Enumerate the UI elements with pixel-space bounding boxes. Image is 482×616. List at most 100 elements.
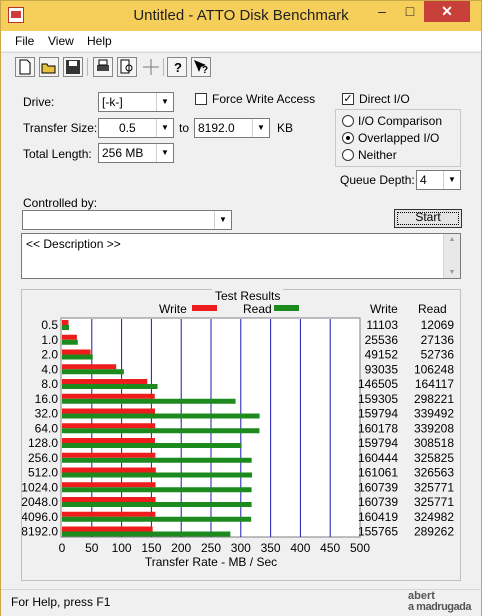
force-write-checkbox[interactable] (195, 93, 207, 105)
read-bar (62, 443, 242, 448)
category-label: 64.0 (35, 421, 59, 435)
main-panel: Drive: [-k-] ▼ Force Write Access ✓ Dire… (1, 81, 481, 589)
x-tick-label: 400 (290, 541, 310, 555)
start-button[interactable]: Start (394, 209, 462, 228)
neither-label: Neither (358, 148, 397, 162)
category-label: 8.0 (41, 377, 58, 391)
x-tick-label: 0 (59, 541, 66, 555)
radio-io-comparison[interactable] (342, 115, 354, 127)
force-write-label: Force Write Access (212, 92, 316, 106)
x-tick-label: 250 (201, 541, 221, 555)
new-file-icon[interactable] (15, 57, 35, 77)
write-bar (62, 364, 117, 370)
description-text: << Description >> (26, 237, 121, 251)
close-button[interactable]: ✕ (424, 1, 470, 22)
write-bar (62, 526, 153, 532)
read-bar (62, 487, 252, 493)
read-bar (62, 398, 236, 404)
overlapped-io-label: Overlapped I/O (358, 131, 440, 145)
print-icon[interactable] (93, 57, 113, 77)
read-value: 326563 (414, 466, 454, 480)
svg-text:?: ? (174, 60, 182, 75)
write-bar (62, 393, 155, 399)
app-window: Untitled - ATTO Disk Benchmark – □ ✕ Fil… (0, 0, 482, 616)
read-bar (62, 516, 252, 522)
read-bar (62, 428, 260, 434)
minimize-button[interactable]: – (368, 1, 396, 22)
menu-file[interactable]: File (15, 34, 34, 48)
write-bar (62, 482, 156, 488)
category-label: 0.5 (41, 318, 58, 332)
save-icon[interactable] (63, 57, 83, 77)
transfer-size-to-select[interactable]: 8192.0 ▼ (194, 118, 270, 138)
write-value: 160444 (358, 451, 398, 465)
write-bar (62, 320, 69, 325)
menu-help[interactable]: Help (87, 34, 112, 48)
category-label: 1024.0 (22, 480, 58, 494)
write-bar (62, 408, 155, 414)
io-comparison-label: I/O Comparison (358, 114, 443, 128)
title-bar[interactable]: Untitled - ATTO Disk Benchmark – □ ✕ (1, 1, 481, 31)
read-bar (62, 457, 252, 463)
queue-depth-select[interactable]: 4 ▼ (416, 170, 461, 190)
read-value: 325771 (414, 495, 454, 509)
controlled-by-select[interactable]: ▼ (22, 210, 232, 230)
read-value: 325771 (414, 480, 454, 494)
drive-select[interactable]: [-k-] ▼ (98, 92, 174, 112)
print-preview-icon[interactable] (117, 57, 137, 77)
radio-neither[interactable] (342, 149, 354, 161)
chevron-down-icon: ▼ (156, 93, 173, 111)
write-value: 159305 (358, 392, 398, 406)
direct-io-checkbox[interactable]: ✓ (342, 93, 354, 105)
read-value: 12069 (421, 318, 455, 332)
x-tick-label: 300 (231, 541, 251, 555)
status-text: For Help, press F1 (11, 595, 111, 609)
read-bar (62, 354, 93, 360)
read-value: 339492 (414, 407, 454, 421)
total-length-select[interactable]: 256 MB ▼ (98, 143, 174, 163)
x-tick-label: 100 (112, 541, 132, 555)
read-value: 339208 (414, 421, 454, 435)
x-tick-label: 50 (85, 541, 99, 555)
start-label: Start (415, 210, 441, 224)
category-label: 32.0 (35, 407, 59, 421)
chevron-down-icon: ▼ (252, 119, 269, 137)
open-folder-icon[interactable] (39, 57, 59, 77)
category-label: 128.0 (28, 436, 58, 450)
category-label: 16.0 (35, 392, 59, 406)
category-label: 4096.0 (22, 510, 58, 524)
x-tick-label: 350 (261, 541, 281, 555)
read-value: 52736 (421, 348, 455, 362)
drive-label: Drive: (23, 95, 55, 109)
write-bar (62, 497, 156, 502)
write-value: 160739 (358, 495, 398, 509)
description-scrollbar[interactable]: ▲ ▼ (443, 234, 460, 278)
read-bar (62, 502, 252, 507)
write-bar (62, 349, 91, 355)
write-value: 159794 (358, 407, 398, 421)
write-value: 160178 (358, 421, 398, 435)
maximize-button[interactable]: □ (396, 1, 424, 22)
controlled-by-label: Controlled by: (23, 196, 98, 210)
queue-depth-label: Queue Depth: (340, 173, 415, 187)
help-icon[interactable]: ? (167, 57, 187, 77)
toolbar-separator (87, 58, 88, 76)
scroll-up-icon[interactable]: ▲ (444, 236, 460, 243)
x-tick-label: 150 (141, 541, 161, 555)
context-help-icon[interactable]: ? (191, 57, 211, 77)
write-bar (62, 334, 77, 340)
transfer-to-value: 8192.0 (198, 121, 235, 135)
write-value: 160419 (358, 510, 398, 524)
transfer-size-from-select[interactable]: 0.5 ▼ (98, 118, 174, 138)
menu-view[interactable]: View (48, 34, 74, 48)
write-bar (62, 423, 156, 429)
description-box[interactable]: << Description >> ▲ ▼ (21, 233, 461, 279)
radio-overlapped-io[interactable] (342, 132, 354, 144)
read-value: 308518 (414, 436, 454, 450)
write-bar (62, 452, 156, 458)
scroll-down-icon[interactable]: ▼ (444, 269, 460, 276)
write-value: 25536 (365, 333, 399, 347)
total-length-value: 256 MB (102, 146, 144, 160)
move-icon[interactable] (141, 57, 161, 77)
toolbar-separator (163, 58, 164, 76)
